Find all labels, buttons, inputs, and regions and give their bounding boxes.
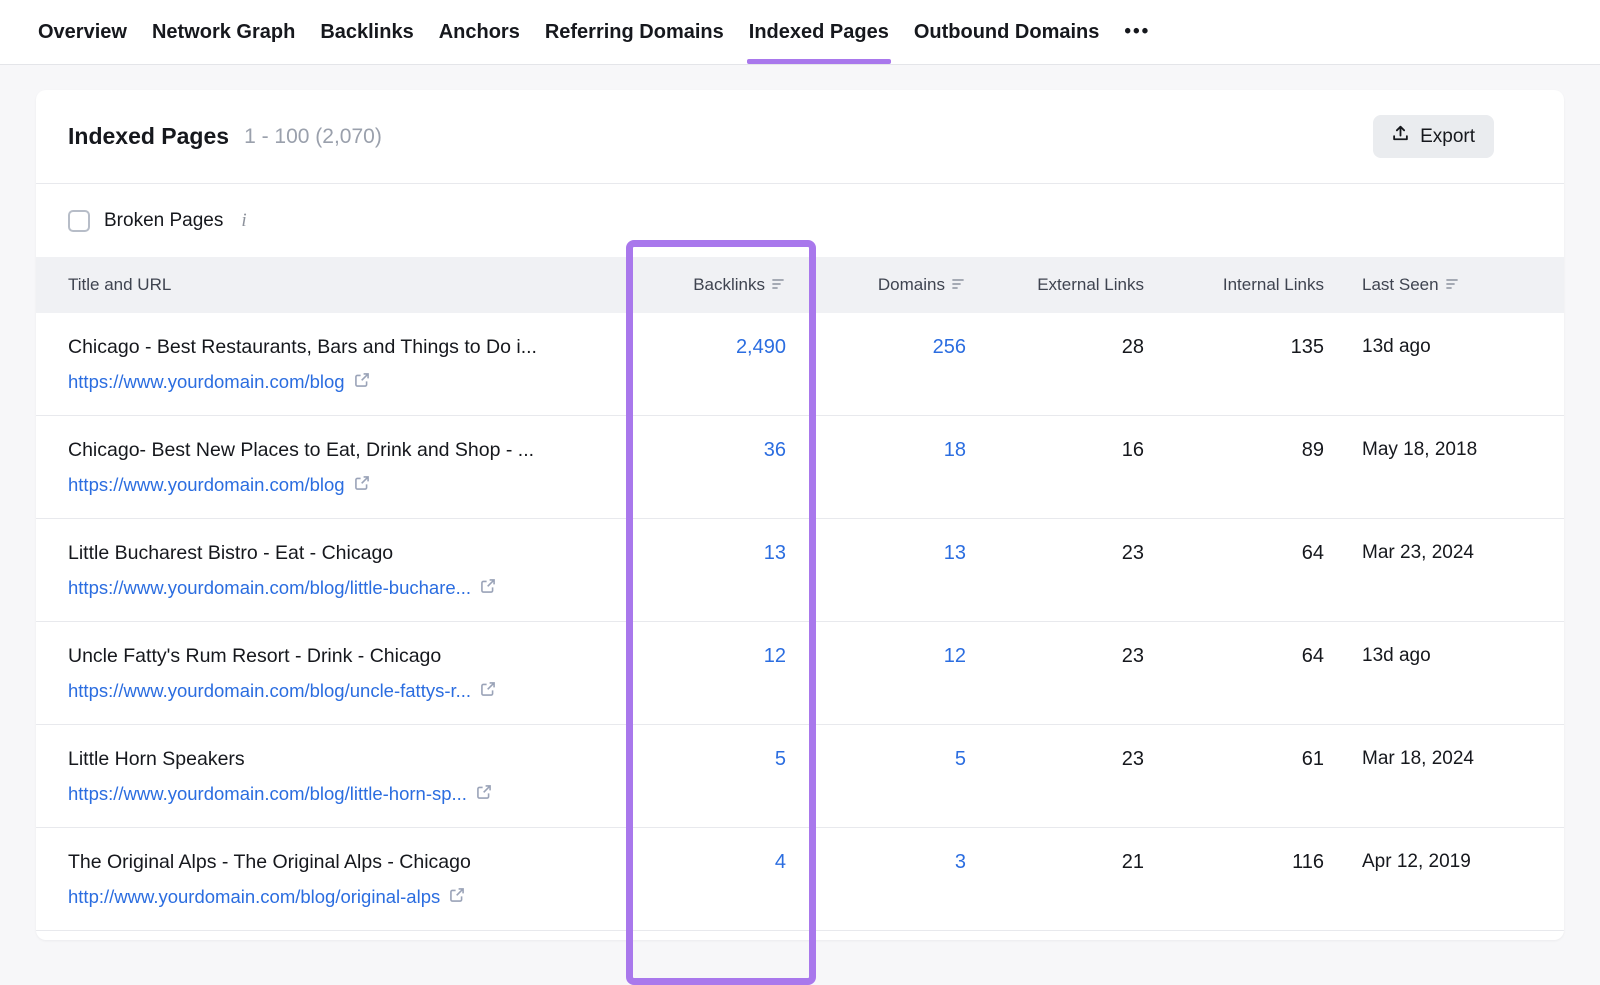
- external-link-icon[interactable]: [480, 577, 496, 599]
- column-header-external-links: External Links: [986, 275, 1164, 295]
- backlinks-count-link[interactable]: 5: [626, 747, 816, 771]
- page-title-text: The Original Alps - The Original Alps - …: [68, 850, 626, 874]
- column-header-label: Last Seen: [1362, 275, 1439, 295]
- sort-icon: [952, 275, 966, 295]
- export-button[interactable]: Export: [1373, 115, 1494, 158]
- tab-indexed-pages[interactable]: Indexed Pages: [749, 0, 889, 64]
- tab-anchors[interactable]: Anchors: [439, 0, 520, 64]
- external-link-icon[interactable]: [354, 474, 370, 496]
- table-header: Title and URL Backlinks Domains External…: [36, 257, 1564, 313]
- last-seen-value: Apr 12, 2019: [1344, 850, 1564, 874]
- page-url-text: https://www.yourdomain.com/blog: [68, 474, 345, 496]
- external-links-count: 16: [986, 438, 1164, 462]
- sort-icon: [1446, 275, 1460, 295]
- tab-referring-domains[interactable]: Referring Domains: [545, 0, 724, 64]
- page-url-link[interactable]: https://www.yourdomain.com/blog/little-b…: [68, 577, 496, 599]
- page-url-text: https://www.yourdomain.com/blog/little-b…: [68, 577, 471, 599]
- results-range: 1 - 100 (2,070): [244, 125, 382, 149]
- column-header-last-seen[interactable]: Last Seen: [1344, 275, 1564, 295]
- page-title-text: Chicago - Best Restaurants, Bars and Thi…: [68, 335, 626, 359]
- tab-overview[interactable]: Overview: [38, 0, 127, 64]
- table-row: Little Bucharest Bistro - Eat - Chicago …: [36, 519, 1564, 622]
- card-header: Indexed Pages 1 - 100 (2,070) Export: [36, 90, 1564, 184]
- domains-count-link[interactable]: 5: [816, 747, 986, 771]
- page-url-text: http://www.yourdomain.com/blog/original-…: [68, 886, 440, 908]
- external-links-count: 23: [986, 747, 1164, 771]
- backlinks-count-link[interactable]: 13: [626, 541, 816, 565]
- page-url-text: https://www.yourdomain.com/blog/uncle-fa…: [68, 680, 471, 702]
- sort-icon: [772, 275, 786, 295]
- upload-icon: [1392, 125, 1409, 148]
- last-seen-value: Mar 23, 2024: [1344, 541, 1564, 565]
- column-header-label: External Links: [1037, 275, 1144, 295]
- column-header-label: Backlinks: [693, 275, 765, 295]
- column-header-label: Domains: [878, 275, 945, 295]
- backlinks-count-link[interactable]: 2,490: [626, 335, 816, 359]
- page-url-link[interactable]: https://www.yourdomain.com/blog/little-h…: [68, 783, 492, 805]
- backlinks-count-link[interactable]: 12: [626, 644, 816, 668]
- column-header-internal-links: Internal Links: [1164, 275, 1344, 295]
- external-links-count: 23: [986, 644, 1164, 668]
- external-links-count: 23: [986, 541, 1164, 565]
- internal-links-count: 61: [1164, 747, 1344, 771]
- page-url-link[interactable]: https://www.yourdomain.com/blog: [68, 371, 370, 393]
- filter-row: Broken Pages i: [36, 184, 1564, 257]
- external-link-icon[interactable]: [480, 680, 496, 702]
- page-url-link[interactable]: https://www.yourdomain.com/blog/uncle-fa…: [68, 680, 496, 702]
- internal-links-count: 116: [1164, 850, 1344, 874]
- top-nav: Overview Network Graph Backlinks Anchors…: [0, 0, 1600, 65]
- page-url-link[interactable]: http://www.yourdomain.com/blog/original-…: [68, 886, 465, 908]
- last-seen-value: Mar 18, 2024: [1344, 747, 1564, 771]
- tab-outbound-domains[interactable]: Outbound Domains: [914, 0, 1100, 64]
- last-seen-value: 13d ago: [1344, 644, 1564, 668]
- external-link-icon[interactable]: [354, 371, 370, 393]
- column-header-domains[interactable]: Domains: [816, 275, 986, 295]
- domains-count-link[interactable]: 13: [816, 541, 986, 565]
- external-links-count: 21: [986, 850, 1164, 874]
- external-link-icon[interactable]: [449, 886, 465, 908]
- domains-count-link[interactable]: 256: [816, 335, 986, 359]
- internal-links-count: 135: [1164, 335, 1344, 359]
- export-button-label: Export: [1420, 126, 1475, 148]
- page-title-text: Little Horn Speakers: [68, 747, 626, 771]
- more-tabs-button[interactable]: •••: [1124, 0, 1150, 64]
- table-row: Chicago- Best New Places to Eat, Drink a…: [36, 416, 1564, 519]
- internal-links-count: 64: [1164, 541, 1344, 565]
- internal-links-count: 64: [1164, 644, 1344, 668]
- page-title-text: Little Bucharest Bistro - Eat - Chicago: [68, 541, 626, 565]
- last-seen-value: 13d ago: [1344, 335, 1564, 359]
- column-header-title-url: Title and URL: [36, 275, 626, 295]
- tab-network-graph[interactable]: Network Graph: [152, 0, 295, 64]
- page-url-text: https://www.yourdomain.com/blog/little-h…: [68, 783, 467, 805]
- backlinks-count-link[interactable]: 4: [626, 850, 816, 874]
- page-title-text: Chicago- Best New Places to Eat, Drink a…: [68, 438, 626, 462]
- indexed-pages-card: Indexed Pages 1 - 100 (2,070) Export Bro…: [36, 90, 1564, 940]
- broken-pages-checkbox[interactable]: [68, 210, 90, 232]
- page-title-text: Uncle Fatty's Rum Resort - Drink - Chica…: [68, 644, 626, 668]
- info-icon[interactable]: i: [237, 210, 250, 232]
- external-link-icon[interactable]: [476, 783, 492, 805]
- internal-links-count: 89: [1164, 438, 1344, 462]
- last-seen-value: May 18, 2018: [1344, 438, 1564, 462]
- tab-backlinks[interactable]: Backlinks: [320, 0, 413, 64]
- page-url-text: https://www.yourdomain.com/blog: [68, 371, 345, 393]
- table-row: Uncle Fatty's Rum Resort - Drink - Chica…: [36, 622, 1564, 725]
- external-links-count: 28: [986, 335, 1164, 359]
- column-header-label: Internal Links: [1223, 275, 1324, 295]
- page-title: Indexed Pages: [68, 123, 229, 150]
- backlinks-count-link[interactable]: 36: [626, 438, 816, 462]
- domains-count-link[interactable]: 3: [816, 850, 986, 874]
- page-url-link[interactable]: https://www.yourdomain.com/blog: [68, 474, 370, 496]
- domains-count-link[interactable]: 12: [816, 644, 986, 668]
- table-row: Chicago - Best Restaurants, Bars and Thi…: [36, 313, 1564, 416]
- column-header-backlinks[interactable]: Backlinks: [626, 275, 816, 295]
- table-row: The Original Alps - The Original Alps - …: [36, 828, 1564, 931]
- broken-pages-label: Broken Pages: [104, 210, 223, 232]
- column-header-label: Title and URL: [68, 275, 171, 295]
- table-row: Little Horn Speakers https://www.yourdom…: [36, 725, 1564, 828]
- domains-count-link[interactable]: 18: [816, 438, 986, 462]
